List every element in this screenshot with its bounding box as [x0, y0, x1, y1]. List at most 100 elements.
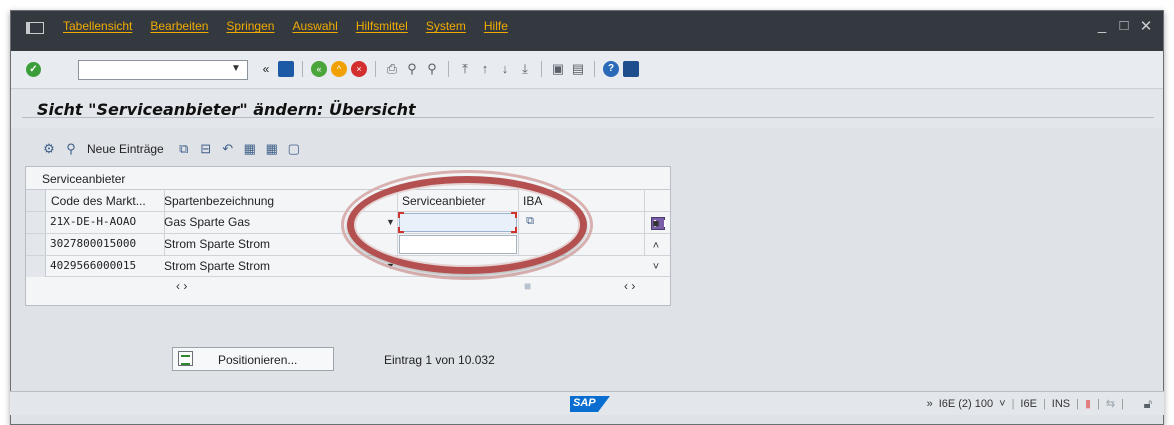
- vscroll-thumb[interactable]: ■: [648, 218, 664, 230]
- row-selector[interactable]: [26, 234, 46, 255]
- save-icon[interactable]: [278, 61, 294, 77]
- close-icon[interactable]: ✕: [1139, 17, 1153, 35]
- app-toolbar-icons: ⚙ ⚲ Neue Einträge ⧉ ⊟ ↶ ▦ ▦ ▢: [41, 141, 302, 157]
- status-marker-icon: ▮: [1085, 398, 1092, 410]
- menu-hilfsmittel[interactable]: Hilfsmittel: [356, 19, 408, 33]
- system-dropdown-icon[interactable]: ˅: [999, 398, 1005, 410]
- copy-as-icon[interactable]: ⧉: [176, 141, 192, 157]
- window-controls: _ □ ✕: [1095, 17, 1153, 35]
- row-selector[interactable]: [26, 212, 46, 233]
- title-divider: [22, 117, 1154, 118]
- position-button-label: Positionieren...: [218, 353, 298, 367]
- value-help-icon[interactable]: ⧉: [522, 215, 538, 228]
- minimize-icon[interactable]: _: [1095, 17, 1109, 35]
- table-header: Code des Markt... Spartenbezeichnung Ser…: [26, 189, 670, 230]
- sparte-dropdown-icon[interactable]: ▼: [386, 261, 395, 271]
- scroll-down-icon[interactable]: ˅: [648, 261, 664, 273]
- enter-check-icon[interactable]: ✓: [26, 62, 41, 77]
- undo-change-icon[interactable]: ↶: [220, 141, 236, 157]
- menu-hilfe[interactable]: Hilfe: [484, 19, 508, 33]
- new-session-icon[interactable]: ▣: [550, 61, 566, 77]
- menubar: Tabellensicht Bearbeiten Springen Auswah…: [11, 11, 1163, 51]
- command-dropdown-icon[interactable]: ▼: [231, 63, 241, 74]
- select-all-cell[interactable]: [26, 190, 46, 211]
- details-icon[interactable]: ⚲: [63, 141, 79, 157]
- cancel-icon[interactable]: ×: [351, 61, 367, 77]
- row-selector[interactable]: [26, 256, 46, 277]
- toolbar-separator: [302, 61, 303, 77]
- col-iba-header[interactable]: IBA: [523, 194, 542, 208]
- display-change-icon[interactable]: ⚙: [41, 141, 57, 157]
- menu-auswahl[interactable]: Auswahl: [292, 19, 337, 33]
- cell-sparte: Strom Sparte Strom: [164, 259, 271, 273]
- hscroll-thumb-icon[interactable]: ■: [524, 279, 531, 293]
- status-info: » I6E (2) 100 ˅ | I6E | INS | ▮ | ⇆ |: [927, 397, 1124, 411]
- toolbar-separator: [594, 61, 595, 77]
- find-next-icon[interactable]: ⚲: [424, 61, 440, 77]
- status-separator: |: [1076, 397, 1079, 410]
- table-caption: Serviceanbieter: [42, 172, 126, 186]
- select-all-icon[interactable]: ▦: [242, 141, 258, 157]
- status-server: I6E: [1020, 397, 1037, 410]
- hscroll-left-nav[interactable]: ‹ ›: [176, 279, 187, 293]
- focus-corner: [511, 212, 517, 218]
- col-serviceanbieter-header[interactable]: Serviceanbieter: [402, 194, 485, 208]
- status-mode[interactable]: INS: [1052, 398, 1070, 410]
- exit-icon[interactable]: ^: [331, 61, 347, 77]
- select-block-icon[interactable]: ▦: [264, 141, 280, 157]
- cell-code: 21X-DE-H-AOAO: [50, 215, 137, 228]
- deselect-all-icon[interactable]: ▢: [286, 141, 302, 157]
- table-row: 4029566000015 Strom Sparte Strom ▼: [26, 255, 670, 277]
- new-entries-button[interactable]: Neue Einträge: [87, 142, 164, 156]
- status-separator: |: [1042, 397, 1046, 410]
- menu-tabellensicht[interactable]: Tabellensicht: [63, 19, 132, 33]
- previous-page-icon[interactable]: ↑: [477, 61, 493, 77]
- menu-system[interactable]: System: [426, 19, 466, 33]
- serviceanbieter-input[interactable]: [399, 213, 517, 232]
- unlock-icon[interactable]: 🔓︎: [1144, 396, 1152, 412]
- toolbar-separator: [375, 61, 376, 77]
- first-page-icon[interactable]: ⤒: [457, 61, 473, 77]
- scroll-up-icon[interactable]: ˄: [648, 240, 664, 252]
- menu-items: Tabellensicht Bearbeiten Springen Auswah…: [63, 19, 508, 33]
- title-area: Sicht "Serviceanbieter" ändern: Übersich…: [11, 90, 1163, 128]
- next-page-icon[interactable]: ↓: [497, 61, 513, 77]
- menu-springen[interactable]: Springen: [226, 19, 274, 33]
- sparte-dropdown-icon[interactable]: ▼: [386, 217, 395, 227]
- help-icon[interactable]: ?: [603, 61, 619, 77]
- entry-counter: Eintrag 1 von 10.032: [384, 353, 495, 367]
- table-row: 21X-DE-H-AOAO Gas Sparte Gas ▼ ⧉: [26, 211, 670, 233]
- table-control: Serviceanbieter Code des Markt... Sparte…: [25, 166, 671, 306]
- application-toolbar: ⚙ ⚲ Neue Einträge ⧉ ⊟ ↶ ▦ ▦ ▢: [11, 129, 1163, 169]
- last-page-icon[interactable]: ⤓: [517, 61, 533, 77]
- focus-corner: [398, 212, 404, 218]
- status-bar: SAP » I6E (2) 100 ˅ | I6E | INS | ▮ | ⇆ …: [10, 391, 1164, 415]
- col-code-header[interactable]: Code des Markt...: [51, 194, 146, 208]
- find-icon[interactable]: ⚲: [404, 61, 420, 77]
- table-row: 3027800015000 Strom Sparte Strom: [26, 233, 670, 255]
- print-icon[interactable]: ⎙: [384, 61, 400, 77]
- layout-menu-icon[interactable]: [623, 61, 639, 77]
- cell-code: 4029566000015: [50, 259, 137, 272]
- col-sparte-header[interactable]: Spartenbezeichnung: [164, 194, 274, 208]
- position-button[interactable]: Positionieren...: [172, 347, 334, 371]
- command-field[interactable]: [78, 60, 248, 80]
- history-back-icon[interactable]: «: [258, 61, 274, 77]
- menu-icon[interactable]: [26, 20, 44, 34]
- maximize-icon[interactable]: □: [1117, 17, 1131, 35]
- serviceanbieter-input[interactable]: [399, 257, 517, 276]
- serviceanbieter-input[interactable]: [399, 235, 517, 254]
- status-system: I6E (2) 100: [938, 397, 994, 410]
- menu-bearbeiten[interactable]: Bearbeiten: [150, 19, 208, 33]
- status-separator: |: [1011, 397, 1015, 410]
- toolbar-separator: [448, 61, 449, 77]
- status-expand-icon[interactable]: »: [927, 398, 933, 410]
- toolbar-icons: « « ^ × ⎙ ⚲ ⚲ ⤒ ↑ ↓ ⤓ ▣ ▤ ?: [258, 61, 639, 77]
- status-transfer-icon: ⇆: [1105, 398, 1116, 410]
- hscroll-right-nav[interactable]: ‹ ›: [624, 279, 635, 293]
- delete-icon[interactable]: ⊟: [198, 141, 214, 157]
- shortcut-icon[interactable]: ▤: [570, 61, 586, 77]
- back-icon[interactable]: «: [311, 61, 327, 77]
- standard-toolbar: ✓ ▼ « « ^ × ⎙ ⚲ ⚲ ⤒ ↑ ↓ ⤓ ▣ ▤ ?: [11, 51, 1163, 89]
- position-icon: [178, 351, 193, 366]
